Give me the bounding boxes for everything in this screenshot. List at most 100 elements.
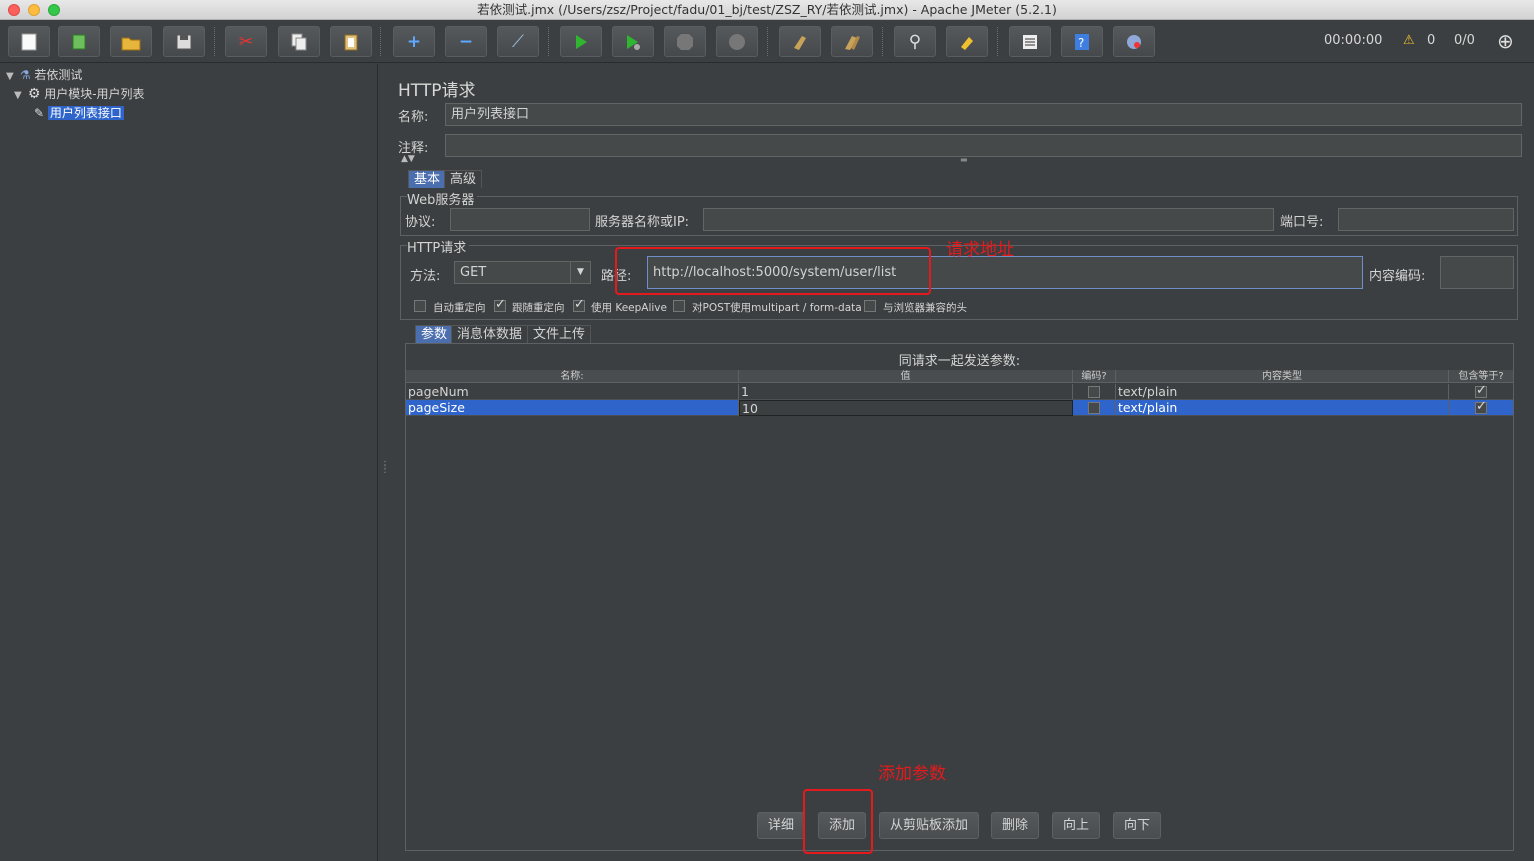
comment-field[interactable]: [445, 134, 1522, 157]
param-value-cell[interactable]: 1: [739, 384, 1073, 400]
follow-redirect-label: 跟随重定向: [512, 302, 565, 314]
collapse-icon[interactable]: −: [445, 26, 487, 57]
start-icon[interactable]: [560, 26, 602, 57]
tree-node-label: 用户模块-用户列表: [44, 87, 145, 101]
cut-icon[interactable]: ✂: [225, 26, 267, 57]
move-down-button[interactable]: 向下: [1113, 812, 1162, 839]
tab-body-data[interactable]: 消息体数据: [451, 325, 529, 343]
tree-node-sampler[interactable]: ✎ 用户列表接口: [34, 104, 124, 122]
gear-icon: ⚙: [27, 86, 41, 102]
multipart-checkbox[interactable]: [673, 300, 685, 312]
collapse-arrow-icon[interactable]: ▼: [6, 68, 16, 86]
param-value-cell[interactable]: 10: [739, 400, 1073, 416]
expand-icon[interactable]: +: [393, 26, 435, 57]
server-label: 服务器名称或IP:: [595, 215, 690, 230]
encode-checkbox[interactable]: [1088, 402, 1100, 414]
remote-start-icon[interactable]: ⊕: [1497, 29, 1514, 53]
collapse-arrow-icon[interactable]: ▼: [14, 87, 24, 105]
protocol-field[interactable]: [450, 208, 590, 231]
tree-node-test-plan[interactable]: ▼ ⚗ 若依测试: [6, 66, 82, 84]
toggle-icon[interactable]: ⟋: [497, 26, 539, 57]
param-include-equals-cell[interactable]: [1449, 384, 1513, 400]
main-toolbar: ✂ + − ⟋ ⚲ ? 00:00:00 ⚠ 0 0/0 ⊕: [0, 21, 1534, 63]
search-icon[interactable]: ⚲: [894, 26, 936, 57]
port-label: 端口号:: [1280, 215, 1324, 230]
chevron-down-icon[interactable]: ▼: [570, 262, 590, 283]
table-row[interactable]: pageSize 10 text/plain: [406, 400, 1513, 416]
clear-icon[interactable]: [779, 26, 821, 57]
protocol-label: 协议:: [405, 215, 436, 230]
templates-icon[interactable]: [58, 26, 100, 57]
test-plan-tree: ▼ ⚗ 若依测试 ▼ ⚙ 用户模块-用户列表 ✎ 用户列表接口: [0, 64, 378, 861]
paste-icon[interactable]: [330, 26, 372, 57]
encode-checkbox[interactable]: [1088, 386, 1100, 398]
reset-search-icon[interactable]: [946, 26, 988, 57]
detail-button[interactable]: 详细: [757, 812, 806, 839]
auto-redirect-label: 自动重定向: [433, 302, 486, 314]
name-label: 名称:: [398, 110, 429, 125]
http-request-title: HTTP请求: [407, 237, 470, 256]
column-header-include-equals[interactable]: 包含等于?: [1449, 370, 1513, 383]
flask-icon: ⚗: [19, 68, 31, 82]
start-no-pause-icon[interactable]: [612, 26, 654, 57]
server-field[interactable]: [703, 208, 1274, 231]
move-up-button[interactable]: 向上: [1052, 812, 1101, 839]
shutdown-icon[interactable]: [716, 26, 758, 57]
table-header: 名称: 值 编码? 内容类型 包含等于?: [406, 370, 1513, 383]
tab-basic[interactable]: 基本: [408, 170, 447, 188]
panel-title: HTTP请求: [398, 81, 476, 101]
window-title: 若依测试.jmx (/Users/zsz/Project/fadu/01_bj/…: [477, 2, 1057, 17]
copy-icon[interactable]: [278, 26, 320, 57]
param-encode-cell[interactable]: [1073, 384, 1116, 400]
close-window-button[interactable]: [8, 4, 20, 16]
column-header-name[interactable]: 名称:: [406, 370, 739, 383]
auto-redirect-checkbox[interactable]: [414, 300, 426, 312]
save-icon[interactable]: [163, 26, 205, 57]
tab-parameters[interactable]: 参数: [415, 325, 454, 343]
stop-icon[interactable]: [664, 26, 706, 57]
clear-all-icon[interactable]: [831, 26, 873, 57]
tab-file-upload[interactable]: 文件上传: [527, 325, 592, 343]
tab-advanced[interactable]: 高级: [444, 170, 483, 188]
param-encode-cell[interactable]: [1073, 400, 1116, 416]
include-equals-checkbox[interactable]: [1475, 400, 1487, 415]
minimize-window-button[interactable]: [28, 4, 40, 16]
open-icon[interactable]: [110, 26, 152, 57]
param-name-cell[interactable]: pageNum: [406, 384, 739, 400]
method-select[interactable]: GET ▼: [454, 261, 591, 284]
keepalive-checkbox[interactable]: [573, 297, 585, 312]
function-helper-icon[interactable]: [1009, 26, 1051, 57]
port-field[interactable]: [1338, 208, 1514, 231]
warning-icon[interactable]: ⚠: [1403, 33, 1415, 48]
keepalive-label: 使用 KeepAlive: [591, 302, 667, 314]
column-header-content-type[interactable]: 内容类型: [1116, 370, 1449, 383]
new-icon[interactable]: [8, 26, 50, 57]
column-header-encode[interactable]: 编码?: [1073, 370, 1116, 383]
sampler-panel: HTTP请求 名称: 用户列表接口 注释: ▲▼ ▬ 基本 高级 Web服务器 …: [383, 64, 1534, 861]
help-icon[interactable]: ?: [1061, 26, 1103, 57]
follow-redirect-checkbox[interactable]: [494, 297, 506, 312]
multipart-label: 对POST使用multipart / form-data: [692, 302, 862, 314]
browser-headers-checkbox[interactable]: [864, 300, 876, 312]
param-include-equals-cell[interactable]: [1449, 400, 1513, 416]
pipette-icon: ✎: [34, 106, 45, 120]
include-equals-checkbox[interactable]: [1475, 384, 1487, 399]
table-row[interactable]: pageNum 1 text/plain: [406, 384, 1513, 400]
path-annotation-text: 请求地址: [946, 240, 1014, 260]
param-content-type-cell[interactable]: text/plain: [1116, 384, 1449, 400]
delete-button[interactable]: 删除: [991, 812, 1040, 839]
param-content-type-cell[interactable]: text/plain: [1116, 400, 1449, 416]
tree-node-thread-group[interactable]: ▼ ⚙ 用户模块-用户列表: [14, 85, 145, 103]
maximize-window-button[interactable]: [48, 4, 60, 16]
path-annotation-box: [615, 247, 931, 295]
elapsed-timer: 00:00:00: [1324, 33, 1383, 48]
remote-icon[interactable]: [1113, 26, 1155, 57]
encoding-field[interactable]: [1440, 256, 1514, 289]
resize-grip-icon[interactable]: ▬: [960, 155, 968, 164]
browser-headers-label: 与浏览器兼容的头: [883, 302, 967, 314]
name-field[interactable]: 用户列表接口: [445, 103, 1522, 126]
param-name-cell[interactable]: pageSize: [406, 400, 739, 416]
collapse-panel-icon[interactable]: ▲▼: [401, 154, 415, 164]
add-from-clipboard-button[interactable]: 从剪贴板添加: [879, 812, 980, 839]
column-header-value[interactable]: 值: [739, 370, 1073, 383]
